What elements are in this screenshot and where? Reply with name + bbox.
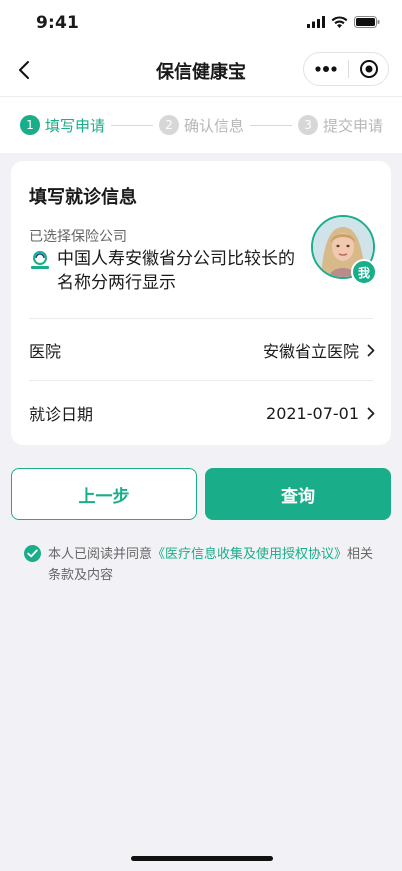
step-label: 填写申请 [45, 116, 106, 135]
insurer-name: 中国人寿安徽省分公司比较长的名称分两行显示 [57, 249, 295, 293]
home-indicator [131, 856, 273, 861]
hospital-value: 安徽省立医院 [263, 338, 375, 362]
check-icon [27, 549, 38, 558]
card-title: 填写就诊信息 [29, 187, 137, 208]
divider [29, 380, 373, 381]
more-dots-icon [315, 66, 337, 72]
hospital-row[interactable]: 医院 安徽省立医院 [29, 320, 375, 380]
step-confirm-info: 2 确认信息 [159, 115, 244, 136]
user-avatar-group[interactable]: 我 [311, 215, 377, 285]
step-number: 1 [20, 115, 40, 135]
hospital-name: 安徽省立医院 [262, 342, 359, 361]
divider [29, 318, 373, 319]
insurer-logo-icon [29, 250, 51, 272]
chevron-right-icon [367, 407, 375, 419]
agreement-link[interactable]: 《医疗信息收集及使用授权协议》 [152, 547, 347, 562]
chevron-right-icon [367, 344, 375, 356]
target-close-icon [359, 60, 378, 78]
visit-date-row[interactable]: 就诊日期 2021-07-01 [29, 383, 375, 443]
progress-steps: 1 填写申请 2 确认信息 3 提交申请 [0, 96, 402, 153]
step-connector [250, 124, 293, 126]
battery-icon [354, 16, 380, 28]
visit-date-value: 2021-07-01 [266, 404, 375, 423]
navigation-bar: 保信健康宝 [0, 46, 402, 96]
agreement: 本人已阅读并同意《医疗信息收集及使用授权协议》相关条款及内容 [24, 544, 384, 586]
step-connector [111, 124, 154, 126]
agreement-prefix: 本人已阅读并同意 [48, 547, 153, 562]
company-caption: 已选择保险公司 [29, 229, 127, 245]
step-number: 2 [159, 115, 180, 135]
status-time: 9:41 [36, 13, 80, 33]
step-number: 3 [298, 115, 319, 135]
back-button[interactable] [12, 56, 40, 84]
avatar-badge: 我 [351, 259, 377, 285]
chevron-left-icon [19, 61, 29, 79]
step-fill-application: 1 填写申请 [20, 115, 105, 136]
agreement-checkbox[interactable] [24, 545, 41, 562]
status-icons [307, 16, 380, 28]
wifi-icon [331, 16, 348, 28]
previous-step-button[interactable]: 上一步 [11, 468, 197, 520]
step-submit-application: 3 提交申请 [298, 115, 383, 136]
cellular-signal-icon [307, 16, 325, 28]
step-label: 确认信息 [184, 116, 245, 135]
visit-info-card: 填写就诊信息 已选择保险公司 中国人寿安徽省分公司比较长的名称分两行显示 我 医… [11, 161, 391, 445]
hospital-label: 医院 [29, 342, 62, 361]
visit-date-label: 就诊日期 [29, 405, 94, 424]
mini-program-capsule [303, 52, 389, 86]
top-header: 9:41 保信健康宝 1 填写申请 2 确认信息 3 提交申请 [0, 0, 402, 153]
close-mini-program-button[interactable] [349, 53, 388, 85]
visit-date: 2021-07-01 [266, 403, 359, 423]
status-bar: 9:41 [0, 0, 402, 46]
step-label: 提交申请 [323, 116, 384, 135]
query-button[interactable]: 查询 [205, 468, 391, 520]
more-button[interactable] [304, 53, 348, 85]
